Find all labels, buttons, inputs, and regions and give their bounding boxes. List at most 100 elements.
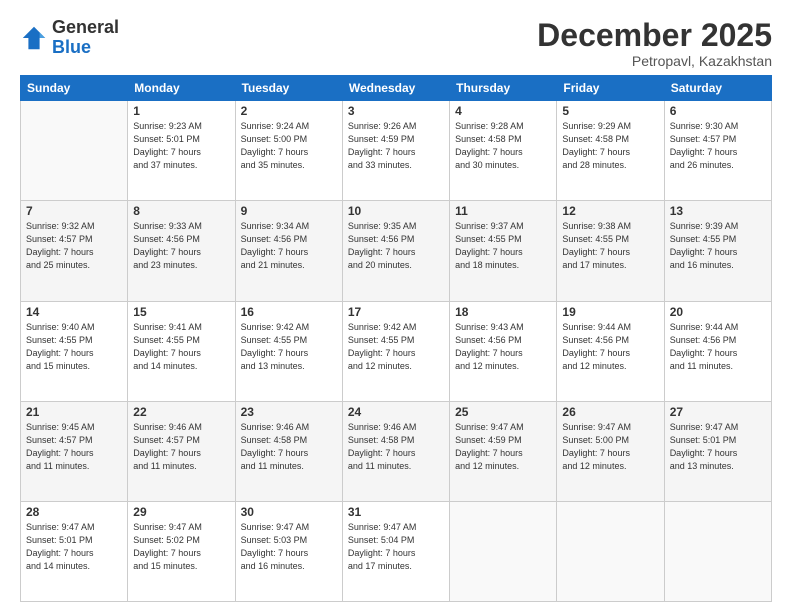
day-info: Sunrise: 9:33 AM Sunset: 4:56 PM Dayligh… bbox=[133, 220, 229, 272]
col-wednesday: Wednesday bbox=[342, 76, 449, 101]
day-number: 3 bbox=[348, 104, 444, 118]
calendar-cell: 29Sunrise: 9:47 AM Sunset: 5:02 PM Dayli… bbox=[128, 501, 235, 601]
day-number: 18 bbox=[455, 305, 551, 319]
day-number: 15 bbox=[133, 305, 229, 319]
calendar-header-row: Sunday Monday Tuesday Wednesday Thursday… bbox=[21, 76, 772, 101]
calendar-cell: 8 Sunrise: 9:33 AM Sunset: 4:56 PM Daylig… bbox=[128, 201, 235, 301]
calendar-cell: 10 Sunrise: 9:35 AM Sunset: 4:56 PM Dayli… bbox=[342, 201, 449, 301]
day-number: 5 bbox=[562, 104, 658, 118]
day-number: 4 bbox=[455, 104, 551, 118]
calendar-cell: 22Sunrise: 9:46 AM Sunset: 4:57 PM Dayli… bbox=[128, 401, 235, 501]
day-number: 29 bbox=[133, 505, 229, 519]
month-title: December 2025 bbox=[537, 18, 772, 53]
calendar-table: Sunday Monday Tuesday Wednesday Thursday… bbox=[20, 75, 772, 602]
day-info: Sunrise: 9:26 AM Sunset: 4:59 PM Dayligh… bbox=[348, 120, 444, 172]
day-number: 26 bbox=[562, 405, 658, 419]
calendar-cell: 31Sunrise: 9:47 AM Sunset: 5:04 PM Dayli… bbox=[342, 501, 449, 601]
day-info: Sunrise: 9:37 AM Sunset: 4:55 PM Dayligh… bbox=[455, 220, 551, 272]
calendar-week-row-2: 7 Sunrise: 9:32 AM Sunset: 4:57 PM Daylig… bbox=[21, 201, 772, 301]
day-number: 25 bbox=[455, 405, 551, 419]
logo-blue-text: Blue bbox=[52, 38, 119, 58]
col-sunday: Sunday bbox=[21, 76, 128, 101]
calendar-cell: 19 Sunrise: 9:44 AM Sunset: 4:56 PM Dayli… bbox=[557, 301, 664, 401]
calendar-cell: 14Sunrise: 9:40 AM Sunset: 4:55 PM Dayli… bbox=[21, 301, 128, 401]
logo: General Blue bbox=[20, 18, 119, 58]
calendar-cell: 30Sunrise: 9:47 AM Sunset: 5:03 PM Dayli… bbox=[235, 501, 342, 601]
day-info: Sunrise: 9:28 AM Sunset: 4:58 PM Dayligh… bbox=[455, 120, 551, 172]
day-info: Sunrise: 9:46 AM Sunset: 4:58 PM Dayligh… bbox=[241, 421, 337, 473]
day-info: Sunrise: 9:41 AM Sunset: 4:55 PM Dayligh… bbox=[133, 321, 229, 373]
calendar-cell: 12 Sunrise: 9:38 AM Sunset: 4:55 PM Dayli… bbox=[557, 201, 664, 301]
col-monday: Monday bbox=[128, 76, 235, 101]
calendar-cell: 27Sunrise: 9:47 AM Sunset: 5:01 PM Dayli… bbox=[664, 401, 771, 501]
calendar-cell: 26 Sunrise: 9:47 AM Sunset: 5:00 PM Dayli… bbox=[557, 401, 664, 501]
day-info: Sunrise: 9:23 AM Sunset: 5:01 PM Dayligh… bbox=[133, 120, 229, 172]
calendar-cell: 25Sunrise: 9:47 AM Sunset: 4:59 PM Dayli… bbox=[450, 401, 557, 501]
calendar-cell: 9 Sunrise: 9:34 AM Sunset: 4:56 PM Daylig… bbox=[235, 201, 342, 301]
title-block: December 2025 Petropavl, Kazakhstan bbox=[537, 18, 772, 69]
col-tuesday: Tuesday bbox=[235, 76, 342, 101]
calendar-cell: 15 Sunrise: 9:41 AM Sunset: 4:55 PM Dayli… bbox=[128, 301, 235, 401]
calendar-cell: 2 Sunrise: 9:24 AM Sunset: 5:00 PM Daylig… bbox=[235, 101, 342, 201]
day-number: 16 bbox=[241, 305, 337, 319]
location-subtitle: Petropavl, Kazakhstan bbox=[537, 53, 772, 69]
day-number: 8 bbox=[133, 204, 229, 218]
calendar-cell bbox=[557, 501, 664, 601]
day-info: Sunrise: 9:30 AM Sunset: 4:57 PM Dayligh… bbox=[670, 120, 766, 172]
day-number: 28 bbox=[26, 505, 122, 519]
day-number: 6 bbox=[670, 104, 766, 118]
day-info: Sunrise: 9:24 AM Sunset: 5:00 PM Dayligh… bbox=[241, 120, 337, 172]
day-number: 13 bbox=[670, 204, 766, 218]
header: General Blue December 2025 Petropavl, Ka… bbox=[20, 18, 772, 69]
calendar-cell: 7 Sunrise: 9:32 AM Sunset: 4:57 PM Daylig… bbox=[21, 201, 128, 301]
calendar-cell bbox=[21, 101, 128, 201]
day-info: Sunrise: 9:47 AM Sunset: 5:00 PM Dayligh… bbox=[562, 421, 658, 473]
calendar-cell bbox=[450, 501, 557, 601]
day-number: 9 bbox=[241, 204, 337, 218]
day-number: 11 bbox=[455, 204, 551, 218]
day-number: 12 bbox=[562, 204, 658, 218]
calendar-cell: 3 Sunrise: 9:26 AM Sunset: 4:59 PM Daylig… bbox=[342, 101, 449, 201]
day-number: 14 bbox=[26, 305, 122, 319]
calendar-cell: 13Sunrise: 9:39 AM Sunset: 4:55 PM Dayli… bbox=[664, 201, 771, 301]
calendar-cell: 24Sunrise: 9:46 AM Sunset: 4:58 PM Dayli… bbox=[342, 401, 449, 501]
day-info: Sunrise: 9:44 AM Sunset: 4:56 PM Dayligh… bbox=[562, 321, 658, 373]
day-number: 17 bbox=[348, 305, 444, 319]
page: General Blue December 2025 Petropavl, Ka… bbox=[0, 0, 792, 612]
day-info: Sunrise: 9:46 AM Sunset: 4:58 PM Dayligh… bbox=[348, 421, 444, 473]
day-number: 19 bbox=[562, 305, 658, 319]
col-saturday: Saturday bbox=[664, 76, 771, 101]
logo-icon bbox=[20, 24, 48, 52]
day-number: 20 bbox=[670, 305, 766, 319]
day-info: Sunrise: 9:38 AM Sunset: 4:55 PM Dayligh… bbox=[562, 220, 658, 272]
calendar-week-row-1: 1 Sunrise: 9:23 AM Sunset: 5:01 PM Daylig… bbox=[21, 101, 772, 201]
day-info: Sunrise: 9:47 AM Sunset: 5:01 PM Dayligh… bbox=[26, 521, 122, 573]
day-number: 2 bbox=[241, 104, 337, 118]
day-number: 7 bbox=[26, 204, 122, 218]
calendar-week-row-4: 21Sunrise: 9:45 AM Sunset: 4:57 PM Dayli… bbox=[21, 401, 772, 501]
calendar-week-row-3: 14Sunrise: 9:40 AM Sunset: 4:55 PM Dayli… bbox=[21, 301, 772, 401]
day-info: Sunrise: 9:34 AM Sunset: 4:56 PM Dayligh… bbox=[241, 220, 337, 272]
logo-general-text: General bbox=[52, 18, 119, 38]
day-info: Sunrise: 9:29 AM Sunset: 4:58 PM Dayligh… bbox=[562, 120, 658, 172]
calendar-cell: 28 Sunrise: 9:47 AM Sunset: 5:01 PM Dayli… bbox=[21, 501, 128, 601]
day-number: 1 bbox=[133, 104, 229, 118]
calendar-cell: 4 Sunrise: 9:28 AM Sunset: 4:58 PM Daylig… bbox=[450, 101, 557, 201]
calendar-week-row-5: 28 Sunrise: 9:47 AM Sunset: 5:01 PM Dayli… bbox=[21, 501, 772, 601]
calendar-cell: 20Sunrise: 9:44 AM Sunset: 4:56 PM Dayli… bbox=[664, 301, 771, 401]
calendar-cell: 11 Sunrise: 9:37 AM Sunset: 4:55 PM Dayli… bbox=[450, 201, 557, 301]
day-info: Sunrise: 9:35 AM Sunset: 4:56 PM Dayligh… bbox=[348, 220, 444, 272]
day-info: Sunrise: 9:45 AM Sunset: 4:57 PM Dayligh… bbox=[26, 421, 122, 473]
calendar-cell: 1 Sunrise: 9:23 AM Sunset: 5:01 PM Daylig… bbox=[128, 101, 235, 201]
day-info: Sunrise: 9:32 AM Sunset: 4:57 PM Dayligh… bbox=[26, 220, 122, 272]
calendar-cell: 17 Sunrise: 9:42 AM Sunset: 4:55 PM Dayli… bbox=[342, 301, 449, 401]
day-number: 10 bbox=[348, 204, 444, 218]
calendar-cell: 5 Sunrise: 9:29 AM Sunset: 4:58 PM Daylig… bbox=[557, 101, 664, 201]
day-number: 30 bbox=[241, 505, 337, 519]
calendar-cell: 6 Sunrise: 9:30 AM Sunset: 4:57 PM Daylig… bbox=[664, 101, 771, 201]
logo-text: General Blue bbox=[52, 18, 119, 58]
day-number: 22 bbox=[133, 405, 229, 419]
calendar-cell: 21Sunrise: 9:45 AM Sunset: 4:57 PM Dayli… bbox=[21, 401, 128, 501]
day-info: Sunrise: 9:42 AM Sunset: 4:55 PM Dayligh… bbox=[348, 321, 444, 373]
day-info: Sunrise: 9:43 AM Sunset: 4:56 PM Dayligh… bbox=[455, 321, 551, 373]
